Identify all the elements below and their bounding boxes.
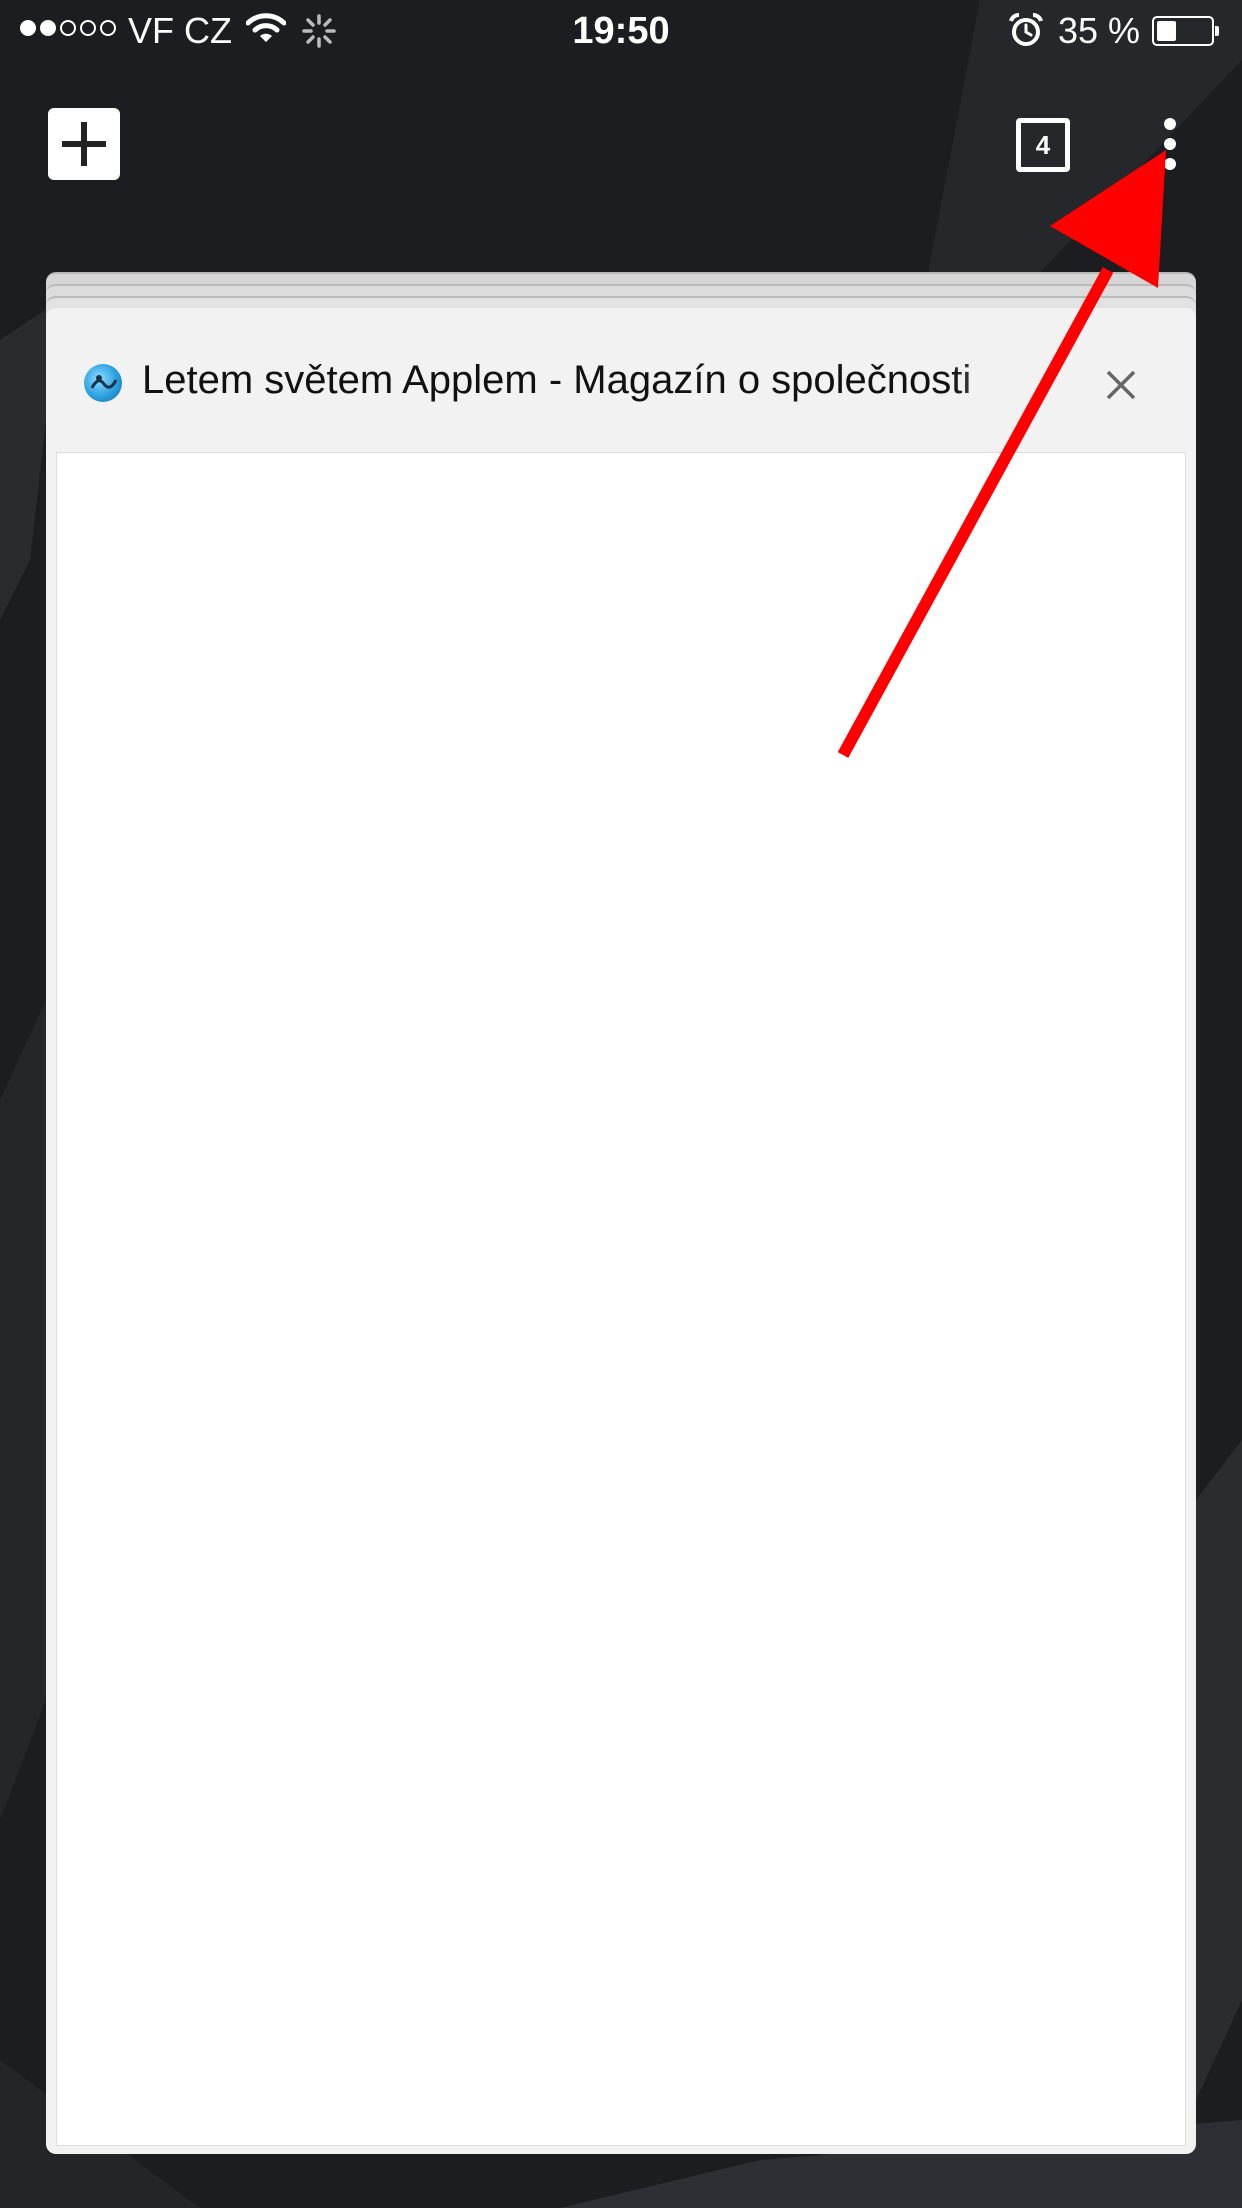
close-tab-button[interactable] <box>1102 366 1140 404</box>
site-favicon-icon <box>84 364 122 402</box>
battery-percentage: 35 % <box>1058 10 1141 51</box>
battery-icon <box>1152 16 1219 46</box>
close-icon <box>1106 370 1136 400</box>
alarm-icon <box>1009 13 1043 46</box>
tab-switcher-button[interactable]: 4 <box>1016 118 1070 172</box>
menu-button[interactable] <box>1150 112 1190 176</box>
new-tab-button[interactable] <box>48 108 120 180</box>
tab-card[interactable]: Letem světem Applem - Magazín o společno… <box>46 308 1196 2154</box>
plus-icon <box>62 122 106 166</box>
status-bar: VF CZ 19:50 35 % <box>0 0 1242 60</box>
more-vertical-icon <box>1164 118 1176 130</box>
tab-header[interactable]: Letem světem Applem - Magazín o společno… <box>46 308 1196 452</box>
clock: 19:50 <box>572 10 670 52</box>
tab-title: Letem světem Applem - Magazín o společno… <box>142 358 972 402</box>
page-preview[interactable] <box>56 452 1186 2146</box>
